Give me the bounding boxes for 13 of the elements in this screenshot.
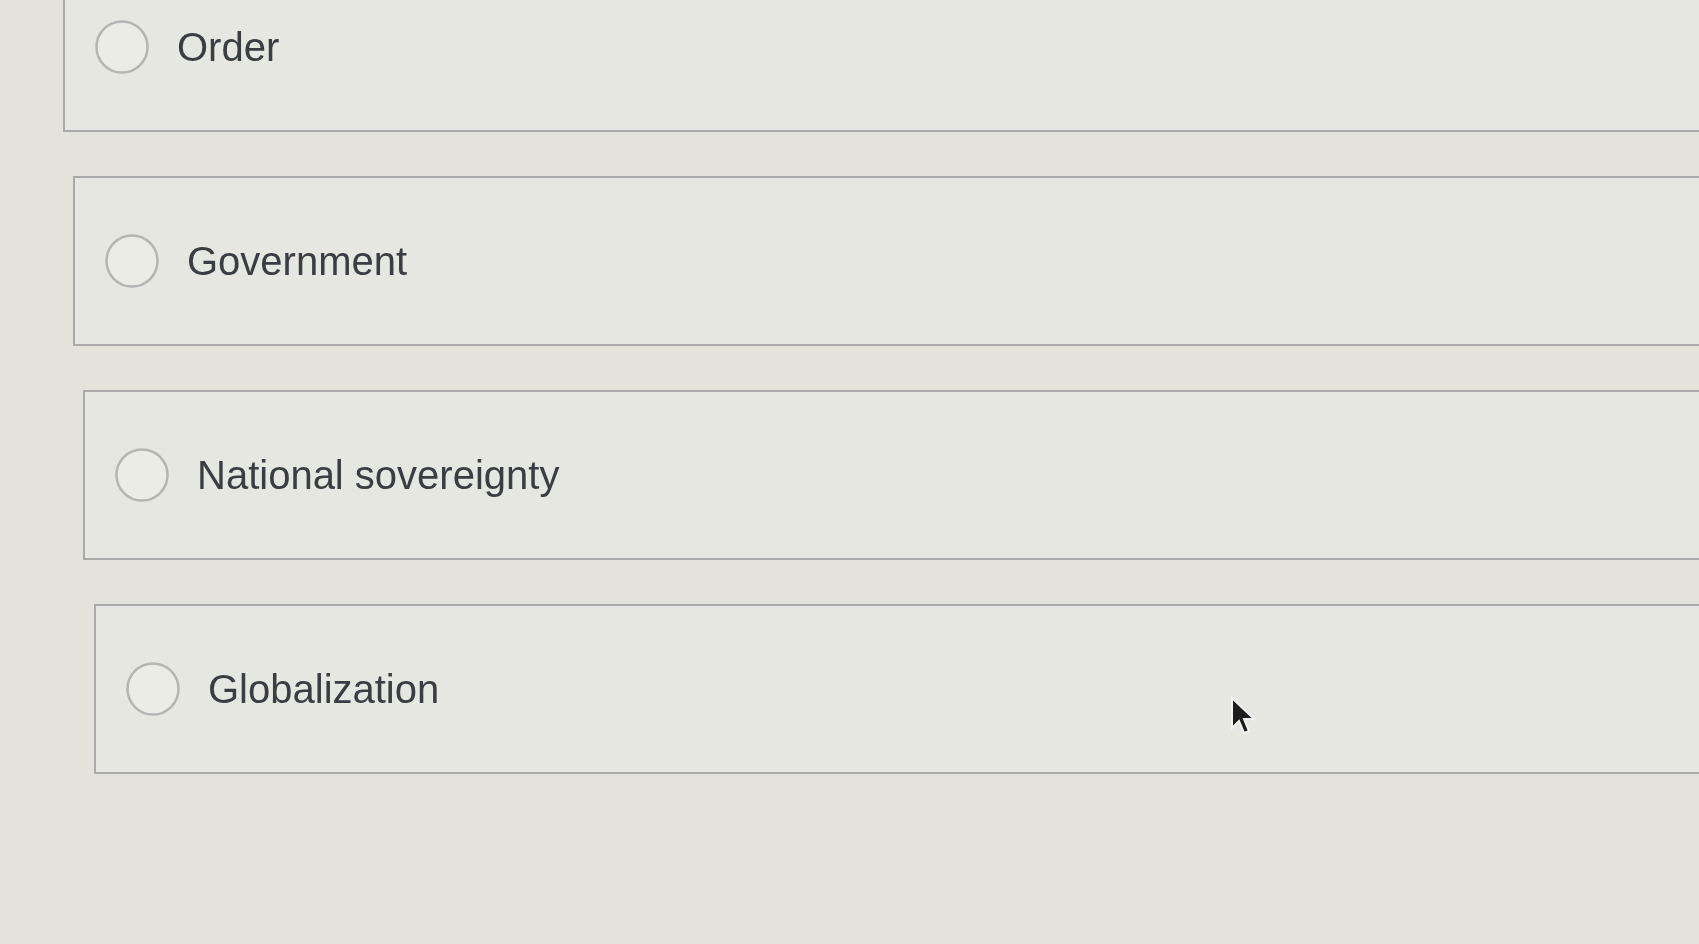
option-label: Globalization <box>208 666 440 713</box>
option-label: Government <box>187 238 408 285</box>
answer-option[interactable]: Globalization <box>94 604 1699 774</box>
answer-option[interactable]: National sovereignty <box>83 390 1699 560</box>
radio-button[interactable] <box>95 20 149 74</box>
answer-option[interactable]: Government <box>73 176 1699 346</box>
radio-button[interactable] <box>105 234 159 288</box>
option-label: National sovereignty <box>197 452 560 499</box>
radio-button[interactable] <box>126 662 180 716</box>
cursor-icon <box>1230 696 1256 736</box>
radio-button[interactable] <box>115 448 169 502</box>
option-label: Order <box>177 24 280 71</box>
answer-option[interactable]: Order <box>63 0 1699 132</box>
